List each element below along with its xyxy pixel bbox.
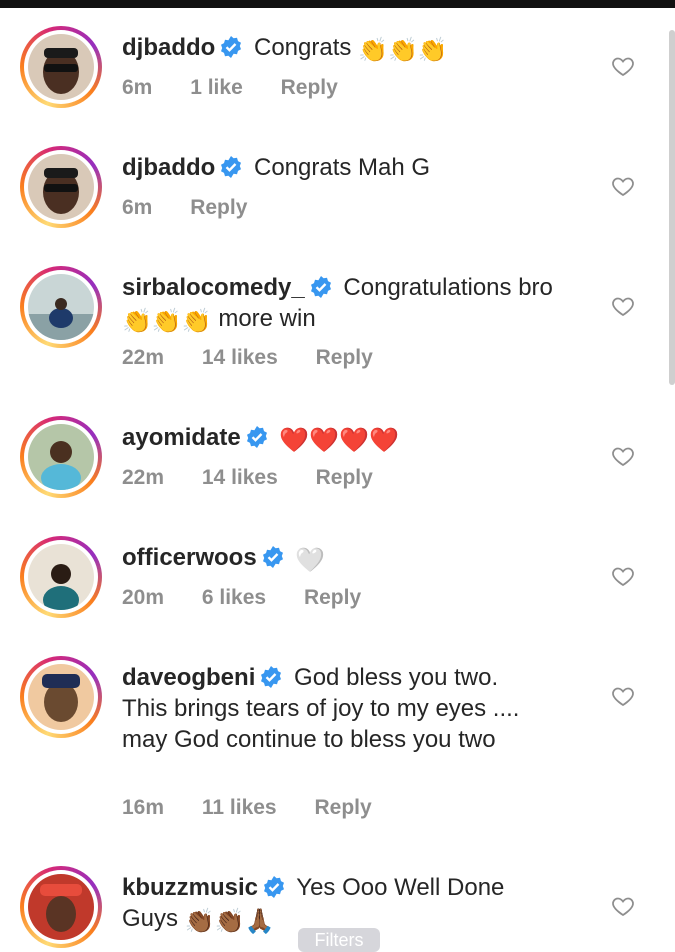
white-heart-icon: 🤍 <box>295 547 326 574</box>
username[interactable]: djbaddo <box>122 154 215 181</box>
verified-badge-icon <box>221 36 242 58</box>
comment-text: Yes Ooo Well Done <box>296 874 505 901</box>
avatar-photo <box>28 34 94 100</box>
clapping-hands-icon: 👏👏👏 <box>358 37 448 64</box>
clapping-hands-icon: 👏👏👏 <box>122 308 212 335</box>
like-count[interactable]: 1 like <box>190 76 243 99</box>
clapping-hands-icon: 👏🏾👏🏾🙏🏾 <box>184 908 275 935</box>
verified-badge-icon <box>246 426 267 448</box>
username[interactable]: sirbalocomedy_ <box>122 274 305 301</box>
verified-badge-icon <box>261 666 282 688</box>
filters-button[interactable]: Filters <box>298 928 380 952</box>
avatar[interactable] <box>20 416 102 498</box>
scrollbar[interactable] <box>669 30 675 385</box>
reply-button[interactable]: Reply <box>316 346 373 369</box>
avatar-photo <box>28 874 94 940</box>
reply-button[interactable]: Reply <box>304 586 361 609</box>
comment-time: 16m <box>122 796 165 819</box>
reply-button[interactable]: Reply <box>314 796 371 819</box>
verified-badge-icon <box>221 156 242 178</box>
avatar[interactable] <box>20 866 102 948</box>
avatar-photo <box>28 544 94 610</box>
heart-outline-icon[interactable] <box>611 444 635 468</box>
comment-text-continued: Guys <box>122 905 179 932</box>
reply-button[interactable]: Reply <box>190 196 247 219</box>
comment-text: Congrats <box>254 34 352 61</box>
username[interactable]: ayomidate <box>122 424 241 451</box>
comment-time: 22m <box>122 466 165 489</box>
heart-outline-icon[interactable] <box>611 564 635 588</box>
like-count[interactable]: 14 likes <box>202 346 278 369</box>
avatar[interactable] <box>20 536 102 618</box>
comment-text: Congrats Mah G <box>254 154 431 181</box>
comment-time: 6m <box>122 76 153 99</box>
comment-time: 6m <box>122 196 153 219</box>
avatar-photo <box>28 424 94 490</box>
verified-badge-icon <box>264 876 285 898</box>
heart-outline-icon[interactable] <box>611 894 635 918</box>
avatar-photo <box>28 274 94 340</box>
comment-text: Congratulations bro <box>343 274 553 301</box>
reply-button[interactable]: Reply <box>281 76 338 99</box>
username[interactable]: djbaddo <box>122 34 215 61</box>
heart-outline-icon[interactable] <box>611 684 635 708</box>
status-bar <box>0 0 675 8</box>
avatar[interactable] <box>20 266 102 348</box>
avatar[interactable] <box>20 26 102 108</box>
username[interactable]: daveogbeni <box>122 664 255 691</box>
like-count[interactable]: 14 likes <box>202 466 278 489</box>
avatar-photo <box>28 664 94 730</box>
comment-text-continued: This brings tears of joy to my eyes .... <box>122 695 520 722</box>
avatar[interactable] <box>20 146 102 228</box>
comment-time: 20m <box>122 586 165 609</box>
username[interactable]: kbuzzmusic <box>122 874 258 901</box>
like-count[interactable]: 11 likes <box>202 796 277 819</box>
avatar-photo <box>28 154 94 220</box>
like-count[interactable]: 6 likes <box>202 586 266 609</box>
heart-outline-icon[interactable] <box>611 294 635 318</box>
red-heart-icon: ❤️❤️❤️❤️ <box>279 427 399 454</box>
heart-outline-icon[interactable] <box>611 54 635 78</box>
avatar[interactable] <box>20 656 102 738</box>
heart-outline-icon[interactable] <box>611 174 635 198</box>
comment-text-continued: may God continue to bless you two <box>122 726 496 753</box>
reply-button[interactable]: Reply <box>316 466 373 489</box>
comment-time: 22m <box>122 346 165 369</box>
verified-badge-icon <box>262 546 283 568</box>
verified-badge-icon <box>310 276 331 298</box>
comment-text: God bless you two. <box>294 664 499 691</box>
username[interactable]: officerwoos <box>122 544 257 571</box>
comment-text-continued: more win <box>218 305 316 332</box>
